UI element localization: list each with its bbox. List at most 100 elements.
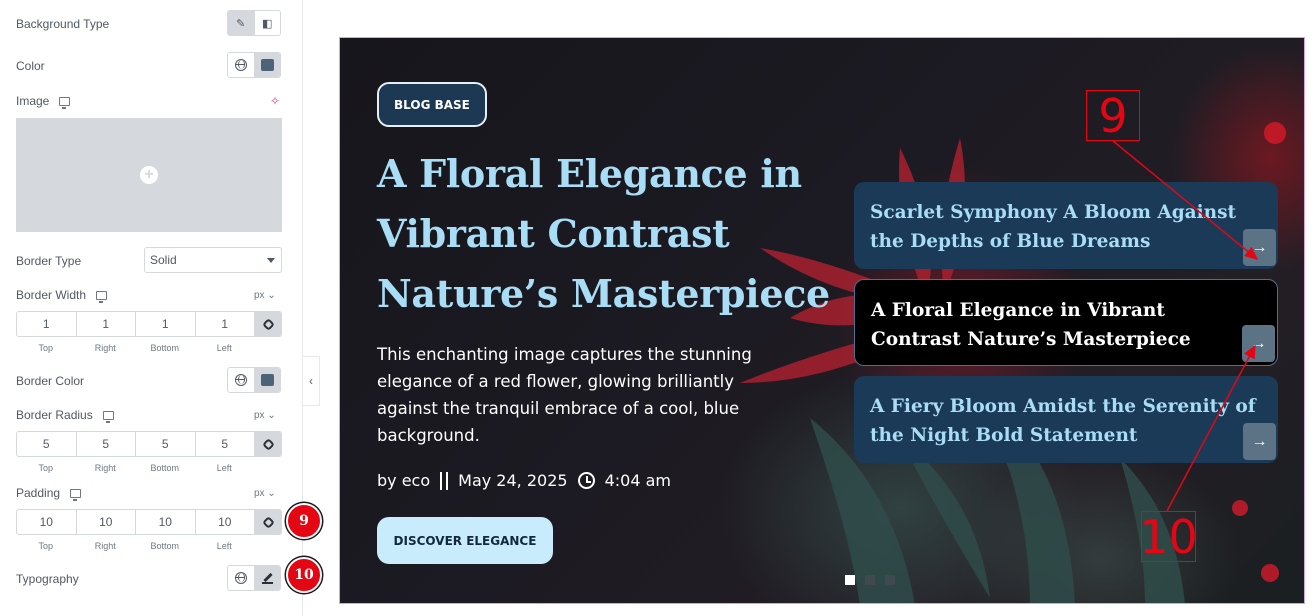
discover-button[interactable]: DISCOVER ELEGANCE (377, 517, 553, 564)
desktop-icon[interactable] (96, 290, 108, 303)
post-date: May 24, 2025 (458, 471, 568, 490)
color-swatch[interactable] (253, 368, 280, 392)
bottom-input[interactable]: 1 (136, 312, 196, 336)
left-input[interactable]: 10 (196, 510, 255, 534)
border-type-value: Solid (150, 253, 177, 267)
unit-selector[interactable]: px ⌄ (254, 488, 276, 499)
color-swatch[interactable] (253, 53, 280, 77)
pagination-dot[interactable] (885, 575, 895, 585)
slide-nav-title[interactable]: A Fiery Bloom Amidst the Serenity of the… (870, 392, 1260, 450)
dimension-labels: Top Right Bottom Left (16, 541, 254, 551)
collapse-panel-button[interactable]: ‹ (303, 356, 320, 406)
slide-nav-card[interactable]: A Fiery Bloom Amidst the Serenity of the… (854, 376, 1278, 463)
right-label: Right (94, 541, 116, 551)
background-type-label: Background Type (16, 17, 110, 31)
right-input[interactable]: 5 (77, 432, 136, 456)
typography-control[interactable] (227, 565, 281, 591)
border-width-label-row: Border Width (16, 288, 108, 303)
bottom-label: Bottom (150, 541, 179, 551)
arrow-right-icon[interactable]: → (1243, 423, 1276, 460)
annotation-badge-10: 10 (286, 557, 322, 593)
top-input[interactable]: 10 (17, 510, 77, 534)
pencil-icon (261, 573, 273, 584)
meta-separator (440, 471, 449, 490)
link-values-button[interactable] (255, 312, 281, 336)
right-input[interactable]: 1 (77, 312, 136, 336)
slide-nav-title[interactable]: Scarlet Symphony A Bloom Against the Dep… (870, 198, 1260, 256)
pagination-dot[interactable] (865, 575, 875, 585)
left-label: Left (216, 343, 232, 353)
left-label: Left (216, 541, 232, 551)
desktop-icon[interactable] (102, 410, 114, 423)
color-label: Color (16, 59, 45, 73)
background-type-toggle[interactable]: ✎ ◧ (227, 10, 281, 36)
border-type-label: Border Type (16, 254, 82, 268)
unit-selector[interactable]: px ⌄ (254, 290, 276, 301)
top-input[interactable]: 1 (17, 312, 77, 336)
image-label: Image (16, 94, 50, 108)
post-time: 4:04 am (604, 471, 671, 490)
dimension-labels: Top Right Bottom Left (16, 343, 254, 353)
padding-label-row: Padding (16, 486, 82, 501)
chevron-down-icon (267, 258, 275, 263)
chevron-left-icon: ‹ (309, 374, 313, 388)
link-icon (261, 515, 275, 529)
brush-icon[interactable]: ✎ (228, 11, 254, 35)
edit-typography-button[interactable] (253, 566, 280, 590)
bottom-label: Bottom (150, 463, 179, 473)
top-label: Top (38, 343, 53, 353)
clock-icon (577, 472, 595, 489)
annotation-label-9: 9 (1086, 90, 1140, 141)
border-type-select[interactable]: Solid (144, 247, 282, 273)
category-badge[interactable]: BLOG BASE (377, 82, 487, 127)
slide-nav-card[interactable]: Scarlet Symphony A Bloom Against the Dep… (854, 182, 1278, 269)
add-image-icon[interactable]: + (140, 166, 158, 184)
unit-selector[interactable]: px ⌄ (254, 410, 276, 421)
top-label: Top (38, 463, 53, 473)
border-color-control[interactable] (227, 367, 281, 393)
globe-icon[interactable] (228, 368, 254, 392)
bottom-label: Bottom (150, 343, 179, 353)
padding-inputs: 10 10 10 10 (16, 509, 282, 535)
bottom-input[interactable]: 5 (136, 432, 196, 456)
desktop-icon[interactable] (70, 488, 82, 501)
slide-nav-title[interactable]: A Floral Elegance in Vibrant Contrast Na… (871, 296, 1261, 354)
link-values-button[interactable] (255, 432, 281, 456)
post-author[interactable]: by eco (377, 471, 430, 490)
link-icon (261, 437, 275, 451)
border-radius-inputs: 5 5 5 5 (16, 431, 282, 457)
globe-icon[interactable] (228, 53, 254, 77)
annotation-badge-9: 9 (286, 503, 322, 539)
left-input[interactable]: 1 (196, 312, 255, 336)
border-color-label: Border Color (16, 374, 85, 388)
pagination-dot-active[interactable] (845, 575, 855, 585)
left-label: Left (216, 463, 232, 473)
right-label: Right (94, 463, 116, 473)
image-picker[interactable]: + (16, 118, 282, 232)
globe-icon[interactable] (228, 566, 254, 590)
border-radius-label-row: Border Radius (16, 408, 114, 423)
desktop-icon[interactable] (59, 96, 71, 109)
left-input[interactable]: 5 (196, 432, 255, 456)
border-width-label: Border Width (16, 288, 87, 302)
link-values-button[interactable] (255, 510, 281, 534)
typography-label: Typography (16, 572, 79, 586)
color-control[interactable] (227, 52, 281, 78)
post-excerpt: This enchanting image captures the stunn… (377, 345, 752, 445)
arrow-right-icon[interactable]: → (1242, 325, 1275, 362)
ai-sparkle-icon[interactable]: ✧ (270, 94, 280, 108)
slider-pagination (845, 575, 895, 585)
slide-nav-card-active[interactable]: A Floral Elegance in Vibrant Contrast Na… (854, 279, 1278, 366)
annotation-label-10: 10 (1139, 509, 1198, 564)
border-radius-label: Border Radius (16, 408, 93, 422)
dimension-labels: Top Right Bottom Left (16, 463, 254, 473)
post-meta: by eco May 24, 2025 4:04 am (377, 471, 671, 490)
gradient-icon[interactable]: ◧ (253, 11, 281, 35)
bottom-input[interactable]: 10 (136, 510, 196, 534)
right-label: Right (94, 343, 116, 353)
link-icon (261, 317, 275, 331)
arrow-right-icon[interactable]: → (1243, 229, 1276, 266)
right-input[interactable]: 10 (77, 510, 136, 534)
top-input[interactable]: 5 (17, 432, 77, 456)
post-title[interactable]: A Floral Elegance in Vibrant Contrast Na… (377, 144, 837, 324)
